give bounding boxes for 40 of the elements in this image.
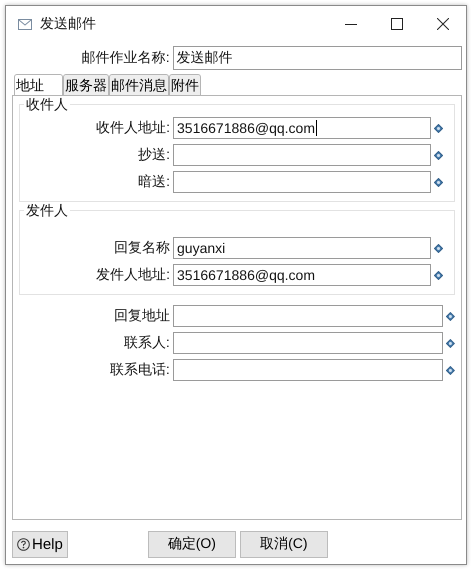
variable-icon xyxy=(446,312,455,320)
variable-icon xyxy=(446,366,455,374)
tab[interactable]: 服务器 xyxy=(63,74,109,95)
field-label: 邮件作业名称: xyxy=(80,49,170,67)
job-name-field[interactable]: 发送邮件 xyxy=(172,46,462,70)
group-title: 收件人 xyxy=(24,96,70,114)
variable-icon xyxy=(434,270,443,280)
field-label: 收件人地址: xyxy=(95,119,171,137)
dialog-button[interactable]: 取消(C) xyxy=(240,530,328,558)
variable-icon xyxy=(434,178,443,186)
variable-icon xyxy=(434,244,443,252)
window-title: 发送邮件 xyxy=(40,15,96,33)
input-field[interactable] xyxy=(173,171,431,193)
input-field[interactable] xyxy=(173,144,431,166)
input-field[interactable]: guyanxi xyxy=(173,237,431,259)
field-label: 暗送: xyxy=(137,173,171,191)
variable-icon xyxy=(434,150,443,160)
variable-icon xyxy=(446,338,455,348)
field-label: 回复名称 xyxy=(113,239,171,257)
field-label: 联系人: xyxy=(122,334,171,352)
group-title: 发件人 xyxy=(24,202,70,220)
field-label: 抄送: xyxy=(137,146,171,164)
input-field[interactable] xyxy=(172,359,444,381)
input-field[interactable] xyxy=(172,305,444,327)
input-field[interactable]: 3516671886@qq.com xyxy=(173,264,431,286)
close-icon xyxy=(437,18,449,30)
help-button[interactable]: Help xyxy=(12,530,68,558)
input-field[interactable]: 3516671886@qq.com xyxy=(173,117,431,139)
tab[interactable]: 邮件消息 xyxy=(109,74,169,95)
dialog-button[interactable]: 确定(O) xyxy=(148,530,236,558)
field-label: 回复地址 xyxy=(112,307,171,325)
mail-icon xyxy=(18,18,32,30)
field-label: 联系电话: xyxy=(108,361,171,379)
tab[interactable]: 地址 xyxy=(14,74,63,95)
tab[interactable]: 附件 xyxy=(169,74,201,95)
maximize-icon xyxy=(391,18,403,30)
field-label: 发件人地址: xyxy=(95,266,171,284)
input-field[interactable] xyxy=(172,332,444,354)
variable-icon xyxy=(434,124,443,132)
help-icon xyxy=(17,538,30,550)
